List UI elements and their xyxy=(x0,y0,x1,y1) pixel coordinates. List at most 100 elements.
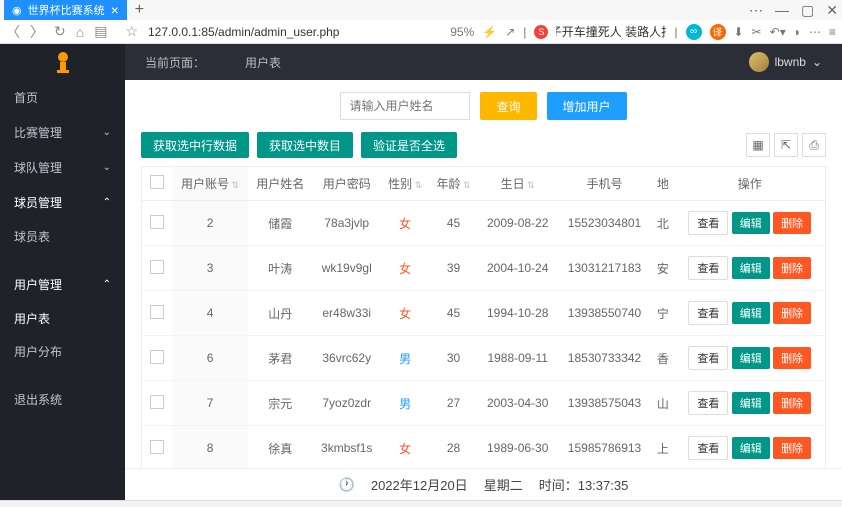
chevron-up-icon: ⌃ xyxy=(103,279,111,290)
edit-button[interactable]: 编辑 xyxy=(732,257,770,279)
edit-button[interactable]: 编辑 xyxy=(732,437,770,459)
cell-addr: 山 xyxy=(651,381,674,426)
edit-button[interactable]: 编辑 xyxy=(732,302,770,324)
query-button[interactable]: 查询 xyxy=(480,92,536,120)
cell-name: 宗元 xyxy=(248,381,313,426)
edit-button[interactable]: 编辑 xyxy=(732,347,770,369)
cell-addr: 安 xyxy=(651,246,674,291)
reload-icon[interactable]: ↻ xyxy=(54,23,66,40)
edit-button[interactable]: 编辑 xyxy=(732,212,770,234)
delete-button[interactable]: 删除 xyxy=(773,347,811,369)
cell-phone: 13938575043 xyxy=(558,381,652,426)
translate-icon[interactable]: 译 xyxy=(710,24,726,40)
sidebar-sub-user-list[interactable]: 用户表 xyxy=(0,302,125,335)
col-account[interactable]: 用户账号 xyxy=(172,167,248,201)
view-button[interactable]: 查看 xyxy=(688,436,728,460)
col-phone[interactable]: 手机号 xyxy=(558,167,652,201)
more-icon[interactable]: ⋯ xyxy=(809,25,821,39)
extension-icon[interactable]: ∞ xyxy=(686,24,702,40)
cell-birthday: 1988-09-11 xyxy=(478,336,558,381)
menu-icon[interactable]: ≡ xyxy=(829,25,836,39)
avatar xyxy=(749,52,769,72)
col-age[interactable]: 年龄 xyxy=(429,167,477,201)
row-checkbox[interactable] xyxy=(150,395,164,409)
download-icon[interactable]: ⬇ xyxy=(734,25,744,39)
col-birthday[interactable]: 生日 xyxy=(478,167,558,201)
row-checkbox[interactable] xyxy=(150,215,164,229)
cell-phone: 15985786913 xyxy=(558,426,652,469)
cell-addr: 上 xyxy=(651,426,674,469)
s-badge-icon[interactable]: S xyxy=(534,25,548,39)
col-password[interactable]: 用户密码 xyxy=(313,167,381,201)
view-button[interactable]: 查看 xyxy=(688,256,728,280)
print-icon[interactable]: ⎙ xyxy=(802,133,826,157)
reader-icon[interactable]: ▤ xyxy=(94,23,107,40)
cell-account: 6 xyxy=(172,336,248,381)
export-icon[interactable]: ⇱ xyxy=(774,133,798,157)
row-checkbox[interactable] xyxy=(150,305,164,319)
cell-gender: 女 xyxy=(381,201,429,246)
edit-button[interactable]: 编辑 xyxy=(732,392,770,414)
delete-button[interactable]: 删除 xyxy=(773,302,811,324)
sidebar-item-logout[interactable]: 退出系统 xyxy=(0,382,125,417)
cell-birthday: 2003-04-30 xyxy=(478,381,558,426)
delete-button[interactable]: 删除 xyxy=(773,392,811,414)
search-input[interactable] xyxy=(340,92,470,120)
menu-icon[interactable]: ⋯ xyxy=(749,2,763,19)
sidebar-item-home[interactable]: 首页 xyxy=(0,80,125,115)
delete-button[interactable]: 删除 xyxy=(773,212,811,234)
table-row: 7 宗元 7yoz0zdr 男 27 2003-04-30 1393857504… xyxy=(142,381,825,426)
close-icon[interactable]: × xyxy=(111,2,119,18)
undo-icon[interactable]: ↶▾ xyxy=(770,25,786,39)
row-checkbox[interactable] xyxy=(150,350,164,364)
back-icon[interactable]: 〈 xyxy=(6,22,20,42)
breadcrumb-label: 当前页面： xyxy=(145,54,205,71)
home-icon[interactable]: ⌂ xyxy=(76,24,84,40)
get-selected-count-button[interactable]: 获取选中数目 xyxy=(257,132,353,158)
columns-icon[interactable]: ▦ xyxy=(746,133,770,157)
forward-icon[interactable]: 〉 xyxy=(30,22,44,42)
select-all-checkbox[interactable] xyxy=(150,175,164,189)
cell-age: 27 xyxy=(429,381,477,426)
maximize-icon[interactable]: ▢ xyxy=(801,2,814,19)
cell-name: 叶涛 xyxy=(248,246,313,291)
view-button[interactable]: 查看 xyxy=(688,301,728,325)
star-icon[interactable]: ☆ xyxy=(125,23,138,40)
row-checkbox[interactable] xyxy=(150,260,164,274)
view-button[interactable]: 查看 xyxy=(688,391,728,415)
username: lbwnb xyxy=(775,55,806,69)
delete-button[interactable]: 删除 xyxy=(773,437,811,459)
cell-birthday: 1994-10-28 xyxy=(478,291,558,336)
verify-all-button[interactable]: 验证是否全选 xyxy=(361,132,457,158)
user-menu[interactable]: lbwnb ⌄ xyxy=(749,52,822,72)
sidebar-item-player[interactable]: 球员管理⌃ xyxy=(0,185,125,220)
sidebar-item-team[interactable]: 球队管理⌄ xyxy=(0,150,125,185)
bolt-icon[interactable]: ⚡ xyxy=(482,25,497,39)
zoom-label[interactable]: 95% xyxy=(450,25,474,39)
cell-account: 8 xyxy=(172,426,248,469)
sidebar-sub-player-list[interactable]: 球员表 xyxy=(0,220,125,253)
row-checkbox[interactable] xyxy=(150,440,164,454)
col-gender[interactable]: 性别 xyxy=(381,167,429,201)
view-button[interactable]: 查看 xyxy=(688,346,728,370)
get-selected-data-button[interactable]: 获取选中行数据 xyxy=(141,132,249,158)
share-icon[interactable]: ↗ xyxy=(505,25,515,39)
new-tab-button[interactable]: + xyxy=(135,1,144,19)
globe-icon: ◉ xyxy=(12,4,22,17)
window-close-icon[interactable]: ✕ xyxy=(826,2,838,19)
news-snippet[interactable]: 女子开车撞死人 装路人报警 xyxy=(556,23,666,40)
view-button[interactable]: 查看 xyxy=(688,211,728,235)
add-user-button[interactable]: 增加用户 xyxy=(547,92,627,120)
theme-icon[interactable]: ◗ xyxy=(794,25,801,39)
minimize-icon[interactable]: — xyxy=(775,2,789,19)
url-text[interactable]: 127.0.0.1:85/admin/admin_user.php xyxy=(148,25,339,39)
cell-age: 30 xyxy=(429,336,477,381)
cut-icon[interactable]: ✂ xyxy=(752,25,762,39)
sidebar-item-user[interactable]: 用户管理⌃ xyxy=(0,267,125,302)
col-addr[interactable]: 地 xyxy=(651,167,674,201)
col-name[interactable]: 用户姓名 xyxy=(248,167,313,201)
browser-tab[interactable]: ◉ 世界杯比赛系统 × xyxy=(4,0,127,20)
sidebar-sub-user-dist[interactable]: 用户分布 xyxy=(0,335,125,368)
sidebar-item-match[interactable]: 比赛管理⌄ xyxy=(0,115,125,150)
delete-button[interactable]: 删除 xyxy=(773,257,811,279)
